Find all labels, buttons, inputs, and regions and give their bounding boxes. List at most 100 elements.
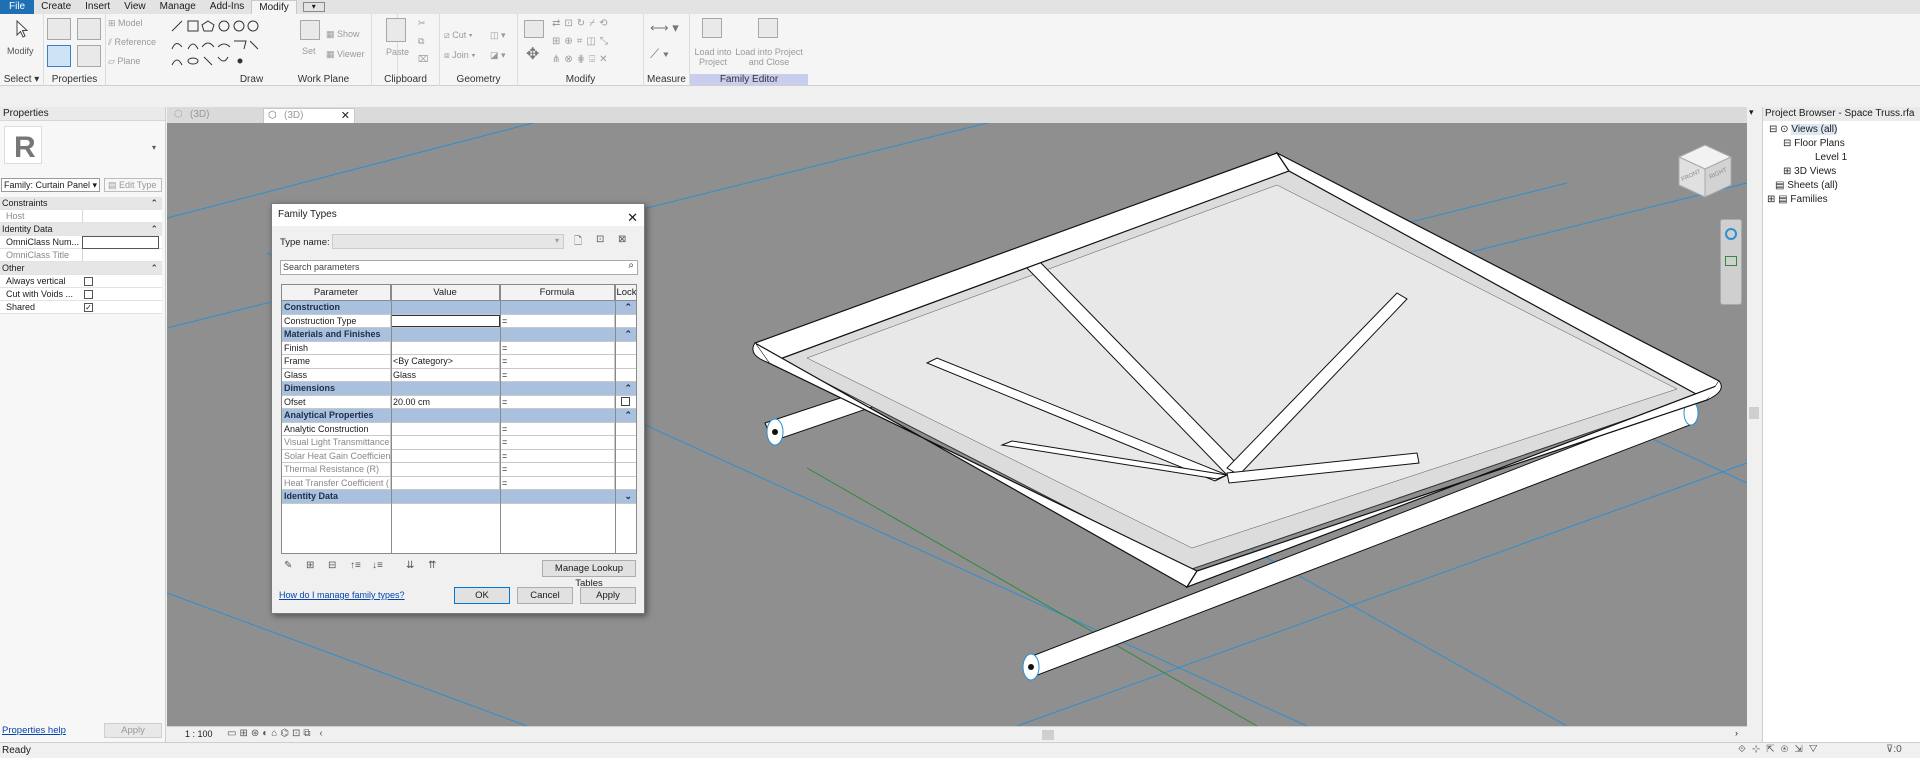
load-into-project-close-icon[interactable] [758,18,778,38]
move-up-icon[interactable]: ↑≡ [350,560,361,571]
match-properties-icon[interactable]: ⌧ [418,54,428,65]
filter-icon[interactable]: ⊽:0 [1886,744,1902,755]
menu-view[interactable]: View [117,0,153,14]
status-selection-icons[interactable]: ⟐⊹⇱⊛⇲▽ [1738,744,1824,755]
browser-node-views[interactable]: ⊟ ⊙ Views (all) [1769,124,1838,135]
col-lock[interactable]: Lock [615,285,636,300]
construction-type-value-field[interactable] [391,314,500,327]
group-dimensions[interactable]: Dimensions ⌃ [282,382,636,396]
omniclass-number-field[interactable] [82,236,159,249]
draw-shapes-icon[interactable] [168,17,264,69]
group-other[interactable]: Other ⌃ [0,262,162,275]
cut-clipboard-icon[interactable]: ✂ [418,18,426,29]
move-icon[interactable]: ✥ [526,44,539,64]
view-control-icons[interactable]: ▭⊞⊛◐⌂⌬⊡⧉ ‹ [227,728,326,739]
set-tool[interactable]: Set [302,46,316,56]
ofset-lock-checkbox[interactable] [621,396,630,406]
cut-with-voids-checkbox[interactable] [84,290,93,299]
steering-wheel-icon[interactable] [1725,228,1737,240]
col-value[interactable]: Value [391,285,500,300]
dialog-close-icon[interactable]: ✕ [627,207,638,229]
viewcube[interactable]: FRONT RIGHT [1677,143,1733,199]
split-face-icon[interactable]: ◫ ▾ [490,30,506,41]
panel-title-select[interactable]: Select ▾ [0,74,43,85]
viewport-vertical-scrollbar[interactable] [1749,407,1759,419]
delete-parameter-icon[interactable]: ⊟ [328,560,336,571]
search-parameters-input[interactable]: Search parameters ⌕ [280,260,638,275]
col-parameter[interactable]: Parameter [282,285,391,300]
cancel-button[interactable]: Cancel [517,587,573,604]
browser-node-families[interactable]: ⊞ ▤ Families [1767,194,1828,205]
new-type-icon[interactable]: 🗋 [574,234,582,251]
group-materials[interactable]: Materials and Finishes ⌃ [282,328,636,342]
type-properties-icon[interactable] [47,18,71,40]
load-into-project-button[interactable]: Load into Project [693,47,733,67]
group-identity[interactable]: Identity Data ⌄ [282,490,636,504]
menu-insert[interactable]: Insert [78,0,117,14]
horizontal-scrollbar-thumb[interactable] [1042,730,1054,740]
properties-help-link[interactable]: Properties help [2,725,66,736]
type-name-dropdown[interactable]: ▾ [332,234,564,249]
close-tab-icon[interactable]: ✕ [341,109,350,123]
browser-node-sheets[interactable]: ▤ Sheets (all) [1775,180,1838,191]
shared-checkbox[interactable]: ✓ [84,303,93,312]
load-into-project-close-button[interactable]: Load into Project and Close [734,47,804,67]
cursor-icon[interactable] [14,19,30,38]
navigation-bar[interactable] [1720,219,1742,305]
modify-tool-label[interactable]: Modify [7,46,34,56]
rename-type-icon[interactable]: ⊡ [596,234,604,245]
join-geometry-tool[interactable]: ⧈ Join ▾ [444,50,476,61]
apply-button[interactable]: Apply [580,587,636,604]
tabs-menu-icon[interactable]: ▾ [1749,107,1754,118]
type-selector-dropdown-icon[interactable]: ▾ [152,143,156,152]
menu-add-ins[interactable]: Add-Ins [203,0,251,14]
cut-geometry-tool[interactable]: ⧄ Cut ▾ [444,30,473,41]
ok-button[interactable]: OK [454,587,510,604]
manage-lookup-tables-button[interactable]: Manage Lookup Tables [542,560,636,589]
group-construction[interactable]: Construction ⌃ [282,301,636,315]
family-category-icon[interactable] [77,18,101,40]
show-tool[interactable]: ▦ Show [326,29,360,40]
group-constraints[interactable]: Constraints ⌃ [0,197,162,210]
manage-family-types-help-link[interactable]: How do I manage family types? [279,590,405,600]
view-scale[interactable]: 1 : 100 [185,729,213,739]
group-analytical[interactable]: Analytical Properties ⌃ [282,409,636,423]
family-types-icon[interactable] [77,45,101,67]
viewer-tool[interactable]: ▦ Viewer [326,49,364,60]
group-identity-data[interactable]: Identity Data ⌃ [0,223,162,236]
properties-apply-button[interactable]: Apply [104,723,162,738]
browser-node-floor-plans[interactable]: ⊟ Floor Plans [1783,138,1845,149]
menu-file[interactable]: File [0,0,35,14]
delete-type-icon[interactable]: ⊠ [618,234,626,245]
load-into-project-icon[interactable] [702,18,722,38]
paste-icon[interactable] [386,18,406,42]
copy-icon[interactable]: ⧉ [418,36,424,47]
paint-icon[interactable]: ◪ ▾ [490,50,506,61]
dimension-icon[interactable]: ⟋ ▾ [650,46,669,62]
always-vertical-checkbox[interactable] [84,277,93,286]
search-icon[interactable]: ⌕ [628,260,634,271]
properties-icon[interactable] [47,45,71,67]
menu-manage[interactable]: Manage [153,0,203,14]
sort-ascending-icon[interactable]: ⇊ [406,560,414,571]
family-selector[interactable]: Family: Curtain Panel ▾ [1,178,100,192]
col-formula[interactable]: Formula [500,285,615,300]
view-tab-3d-active[interactable]: ⬡ (3D) ✕ [263,108,355,123]
scroll-right-icon[interactable]: › [1735,728,1738,738]
browser-node-level-1[interactable]: Level 1 [1815,152,1847,163]
align-icon[interactable] [524,20,544,38]
measure-icon[interactable]: ⟷ ▾ [650,20,679,36]
menu-create[interactable]: Create [34,0,78,14]
browser-node-3d-views[interactable]: ⊞ 3D Views [1783,166,1836,177]
dialog-title-bar[interactable]: Family Types ✕ [272,204,644,226]
paste-tool[interactable]: Paste [386,47,409,57]
edit-parameter-icon[interactable]: ✎ [284,560,292,571]
view-tab-3d-inactive[interactable]: ⬡ (3D) [170,108,260,123]
move-down-icon[interactable]: ↓≡ [372,560,383,571]
new-parameter-icon[interactable]: ⊞ [306,560,314,571]
contextual-tab-dropdown-icon[interactable]: ▾ [302,2,325,12]
edit-type-button[interactable]: ▤ Edit Type [104,178,162,192]
menu-modify[interactable]: Modify [251,0,297,14]
zoom-icon[interactable] [1725,256,1737,266]
set-workplane-icon[interactable] [300,20,320,40]
